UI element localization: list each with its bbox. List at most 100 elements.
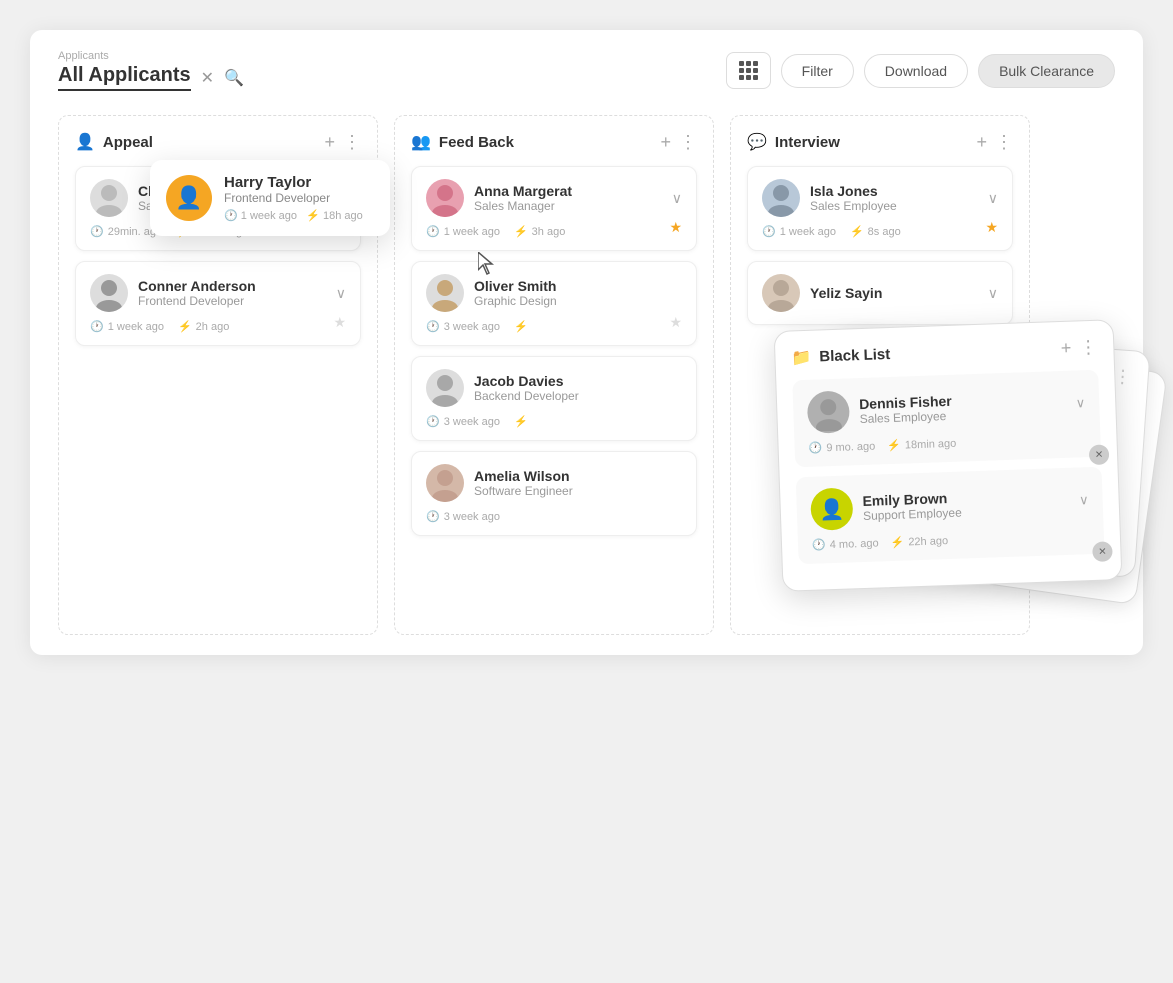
blacklist-actions: + ⋮ xyxy=(1060,337,1097,359)
card-name-amelia: Amelia Wilson xyxy=(474,468,573,484)
card-meta-jacob: 🕐 3 week ago ⚡ xyxy=(426,415,682,428)
star-isla[interactable]: ★ xyxy=(985,219,998,236)
card-name-anna: Anna Margerat xyxy=(474,183,572,199)
card-role-anna: Sales Manager xyxy=(474,199,572,213)
feedback-column-header: 👥 Feed Back + ⋮ xyxy=(411,132,697,152)
clock-icon: 🕐 xyxy=(426,510,440,523)
grid-view-button[interactable] xyxy=(726,52,771,89)
card-meta-amelia: 🕐 3 week ago xyxy=(426,510,682,523)
card-conner-anderson[interactable]: Conner Anderson Frontend Developer ∨ 🕐 1… xyxy=(75,261,361,346)
card-role-amelia: Software Engineer xyxy=(474,484,573,498)
hover-role: Frontend Developer xyxy=(224,191,363,205)
card-name-oliver: Oliver Smith xyxy=(474,278,557,294)
card-person-oliver: Oliver Smith Graphic Design xyxy=(426,274,557,312)
grid-icon xyxy=(739,61,758,80)
card-name-jacob: Jacob Davies xyxy=(474,373,579,389)
clear-icon[interactable]: ✕ xyxy=(201,68,214,88)
card-top-amelia: Amelia Wilson Software Engineer xyxy=(426,464,682,502)
chevron-anna[interactable]: ∨ xyxy=(672,190,682,207)
card-info-oliver: Oliver Smith Graphic Design xyxy=(474,278,557,308)
card-person-conner: Conner Anderson Frontend Developer xyxy=(90,274,256,312)
avatar-anna xyxy=(426,179,464,217)
appeal-actions: + ⋮ xyxy=(324,133,361,151)
star-conner[interactable]: ★ xyxy=(333,314,346,331)
interview-header-left: 💬 Interview xyxy=(747,132,840,152)
chevron-yeliz[interactable]: ∨ xyxy=(988,285,998,302)
card-isla[interactable]: Isla Jones Sales Employee ∨ 🕐 1 week ago xyxy=(747,166,1013,251)
interview-add-button[interactable]: + xyxy=(976,133,987,151)
appeal-header-left: 👤 Appeal xyxy=(75,132,153,152)
feedback-actions: + ⋮ xyxy=(660,133,697,151)
hover-tooltip-card: 👤 Harry Taylor Frontend Developer 🕐 1 we… xyxy=(150,160,390,236)
star-oliver[interactable]: ★ xyxy=(669,314,682,331)
bulk-clearance-button[interactable]: Bulk Clearance xyxy=(978,54,1115,88)
bl-card-top-dennis: Dennis Fisher Sales Employee ∨ xyxy=(807,382,1086,434)
card-person-amelia: Amelia Wilson Software Engineer xyxy=(426,464,573,502)
card-person-isla: Isla Jones Sales Employee xyxy=(762,179,897,217)
download-button[interactable]: Download xyxy=(864,54,968,88)
feedback-menu-button[interactable]: ⋮ xyxy=(679,133,697,151)
card-info-isla: Isla Jones Sales Employee xyxy=(810,183,897,213)
interview-menu-button[interactable]: ⋮ xyxy=(995,133,1013,151)
card-info-yeliz: Yeliz Sayin xyxy=(810,285,882,301)
card-top-yeliz: Yeliz Sayin ∨ xyxy=(762,274,998,312)
clock-icon: 🕐 xyxy=(426,320,440,333)
card-name-conner: Conner Anderson xyxy=(138,278,256,294)
card-oliver[interactable]: Oliver Smith Graphic Design 🕐 3 week ago… xyxy=(411,261,697,346)
card-yeliz[interactable]: Yeliz Sayin ∨ xyxy=(747,261,1013,325)
chevron-conner[interactable]: ∨ xyxy=(336,285,346,302)
search-icon[interactable]: 🔍 xyxy=(224,68,244,88)
page-title: All Applicants xyxy=(58,64,191,91)
card-role-jacob: Backend Developer xyxy=(474,389,579,403)
bl-card-emily[interactable]: 👤 Emily Brown Support Employee ∨ 🕐 4 mo.… xyxy=(796,467,1105,565)
avatar-emily: 👤 xyxy=(810,487,853,530)
avatar-charlie xyxy=(90,179,128,217)
card-info-conner: Conner Anderson Frontend Developer xyxy=(138,278,256,308)
clock-icon: 🕐 xyxy=(426,225,440,238)
clock-icon: 🕐 xyxy=(762,225,776,238)
feedback-add-button[interactable]: + xyxy=(660,133,671,151)
avatar-amelia xyxy=(426,464,464,502)
card-role-oliver: Graphic Design xyxy=(474,294,557,308)
hover-avatar: 👤 xyxy=(166,175,212,221)
group-icon: 👥 xyxy=(411,132,431,152)
appeal-column-header: 👤 Appeal + ⋮ xyxy=(75,132,361,152)
bl-card-dennis[interactable]: Dennis Fisher Sales Employee ∨ 🕐 9 mo. a… xyxy=(792,370,1101,468)
card-role-isla: Sales Employee xyxy=(810,199,897,213)
card-name-isla: Isla Jones xyxy=(810,183,897,199)
hover-info: Harry Taylor Frontend Developer 🕐 1 week… xyxy=(224,174,363,222)
card-amelia[interactable]: Amelia Wilson Software Engineer 🕐 3 week… xyxy=(411,451,697,536)
card-jacob[interactable]: Jacob Davies Backend Developer 🕐 3 week … xyxy=(411,356,697,441)
appeal-add-button[interactable]: + xyxy=(324,133,335,151)
card-info-amelia: Amelia Wilson Software Engineer xyxy=(474,468,573,498)
card-info-jacob: Jacob Davies Backend Developer xyxy=(474,373,579,403)
card-top-isla: Isla Jones Sales Employee ∨ xyxy=(762,179,998,217)
bl-close-emily[interactable]: ✕ xyxy=(1092,541,1113,562)
chevron-emily[interactable]: ∨ xyxy=(1079,492,1089,508)
blacklist-add-button[interactable]: + xyxy=(1060,338,1071,359)
blacklist-header-left: 📁 Black List xyxy=(791,344,890,367)
card-info-emily: Emily Brown Support Employee xyxy=(862,490,962,523)
time2-conner: ⚡ 2h ago xyxy=(178,320,229,333)
chevron-dennis[interactable]: ∨ xyxy=(1075,395,1085,411)
clock-icon: 🕐 xyxy=(90,225,104,238)
bl-meta-dennis: 🕐 9 mo. ago ⚡ 18min ago xyxy=(808,432,1086,455)
bolt-icon: ⚡ xyxy=(514,225,528,238)
clock-icon: 🕐 xyxy=(812,538,826,551)
blacklist-menu-button[interactable]: ⋮ xyxy=(1079,337,1098,359)
appeal-menu-button[interactable]: ⋮ xyxy=(343,133,361,151)
card-top-conner: Conner Anderson Frontend Developer ∨ xyxy=(90,274,346,312)
filter-button[interactable]: Filter xyxy=(781,54,854,88)
bl-close-dennis[interactable]: ✕ xyxy=(1089,444,1110,465)
bl-person-emily: 👤 Emily Brown Support Employee xyxy=(810,484,962,531)
card-meta-anna: 🕐 1 week ago ⚡ 3h ago xyxy=(426,225,565,238)
card-role-conner: Frontend Developer xyxy=(138,294,256,308)
star-anna[interactable]: ★ xyxy=(669,219,682,236)
card-bottom-conner: 🕐 1 week ago ⚡ 2h ago ★ xyxy=(90,312,346,333)
hover-time: 🕐 1 week ago ⚡ 18h ago xyxy=(224,209,363,222)
breadcrumb: Applicants xyxy=(58,50,244,62)
chevron-isla[interactable]: ∨ xyxy=(988,190,998,207)
clock-icon: 🕐 xyxy=(90,320,104,333)
card-anna[interactable]: Anna Margerat Sales Manager ∨ 🕐 1 week a… xyxy=(411,166,697,251)
bolt-icon: ⚡ xyxy=(890,536,904,549)
